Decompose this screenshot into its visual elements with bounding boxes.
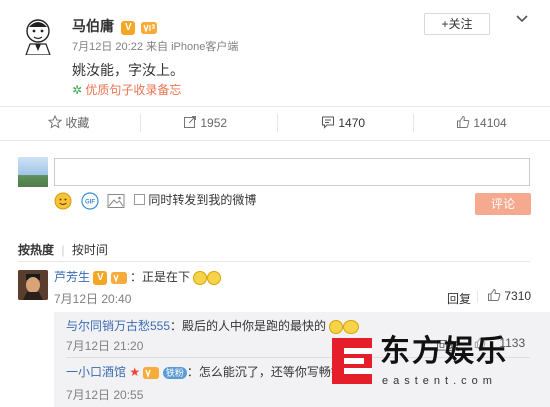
- favorite-label: 收藏: [65, 116, 90, 130]
- comment-like-button[interactable]: 7310: [487, 288, 531, 303]
- reply-author[interactable]: 一小口酒馆: [66, 365, 126, 379]
- watermark-url: eastent.com: [382, 375, 497, 387]
- comment-icon: [322, 116, 334, 129]
- comment-text: ：正是在下: [130, 270, 191, 284]
- emoji-icon: [207, 270, 222, 285]
- submit-comment-button[interactable]: 评论: [475, 193, 531, 215]
- fan-badge[interactable]: 铁粉: [162, 367, 187, 379]
- comment-count: 1470: [338, 116, 366, 130]
- vip-badge-icon[interactable]: [143, 366, 160, 379]
- comment-like-count: 7310: [504, 289, 532, 303]
- comment-time: 7月12日 20:40: [54, 292, 132, 306]
- repost-button[interactable]: 1952: [183, 113, 227, 133]
- comment-button[interactable]: 1470: [321, 113, 365, 133]
- reply-text: ：殿后的人中你是跑的最快的: [170, 319, 327, 333]
- star-badge-icon: ★: [129, 365, 141, 379]
- vip-badge-icon[interactable]: [110, 271, 127, 284]
- star-icon: [47, 114, 63, 129]
- tag-icon: ✲: [72, 83, 83, 97]
- commenter-avatar[interactable]: [18, 270, 48, 300]
- author-name[interactable]: 马伯庸: [72, 18, 114, 34]
- author-avatar[interactable]: [20, 15, 56, 56]
- comment-author[interactable]: 芦芳生: [54, 270, 90, 284]
- divider: [477, 291, 478, 303]
- reply-button[interactable]: 回复: [447, 290, 471, 307]
- verified-badge-icon[interactable]: V: [93, 270, 108, 285]
- tab-by-time[interactable]: 按时间: [72, 243, 108, 257]
- reply-row: 一小口酒馆 ★ 铁粉 ：怎么能沉了，还等你写畅销传: [66, 364, 355, 380]
- tab-by-hot[interactable]: 按热度: [18, 243, 54, 257]
- gif-icon[interactable]: GIF: [81, 192, 99, 210]
- emoji-icon: [193, 270, 208, 285]
- checkbox[interactable]: [134, 194, 145, 205]
- divider: [140, 114, 141, 132]
- watermark-logo: 东方娱乐 eastent.com: [330, 330, 545, 400]
- sort-tabs: 按热度 | 按时间: [18, 243, 108, 257]
- reply-row: 与尔同销万古愁555：殿后的人中你是跑的最快的: [66, 318, 360, 334]
- reply-author[interactable]: 与尔同销万古愁555: [66, 319, 170, 333]
- chevron-down-icon[interactable]: [515, 12, 529, 26]
- comment-row: 芦芳生 V ：正是在下: [54, 269, 222, 285]
- like-count: 14104: [473, 116, 507, 130]
- vip-badge-icon[interactable]: [140, 21, 157, 34]
- image-icon[interactable]: [107, 193, 125, 209]
- reply-time: 7月12日 20:55: [66, 388, 144, 402]
- current-user-avatar: [18, 157, 48, 187]
- divider: [413, 114, 414, 132]
- favorite-button[interactable]: 收藏: [47, 113, 90, 133]
- post-source[interactable]: iPhone客户端: [171, 41, 238, 53]
- divider: [0, 140, 550, 141]
- repost-count: 1952: [200, 116, 228, 130]
- repost-icon: [184, 116, 196, 128]
- verified-badge-icon[interactable]: V: [121, 20, 136, 35]
- author-row: 马伯庸 V: [72, 17, 157, 35]
- like-button[interactable]: 14104: [456, 113, 507, 133]
- divider: [277, 114, 278, 132]
- thumbs-up-icon: [488, 288, 501, 301]
- divider: [18, 261, 530, 262]
- watermark-brand: 东方娱乐: [380, 335, 508, 368]
- repost-option[interactable]: 同时转发到我的微博: [134, 193, 256, 207]
- post-tag-label[interactable]: 优质句子收录备忘: [85, 83, 181, 97]
- watermark-e-icon: [330, 336, 374, 386]
- emoji-icon[interactable]: [54, 192, 72, 210]
- checkbox-label: 同时转发到我的微博: [148, 193, 257, 207]
- post-timestamp[interactable]: 7月12日 20:22 来自: [72, 41, 168, 53]
- post-tag[interactable]: ✲ 优质句子收录备忘: [72, 83, 181, 97]
- comment-input[interactable]: [54, 158, 530, 186]
- svg-text:GIF: GIF: [85, 200, 95, 206]
- tab-separator: |: [61, 243, 65, 257]
- post-text: 姚汝能，字汝上。: [72, 62, 184, 78]
- divider: [0, 106, 550, 107]
- post-meta: 7月12日 20:22 来自 iPhone客户端: [72, 40, 238, 54]
- thumbs-up-icon: [457, 115, 470, 128]
- reply-time: 7月12日 21:20: [66, 339, 144, 353]
- follow-button[interactable]: +关注: [424, 13, 490, 35]
